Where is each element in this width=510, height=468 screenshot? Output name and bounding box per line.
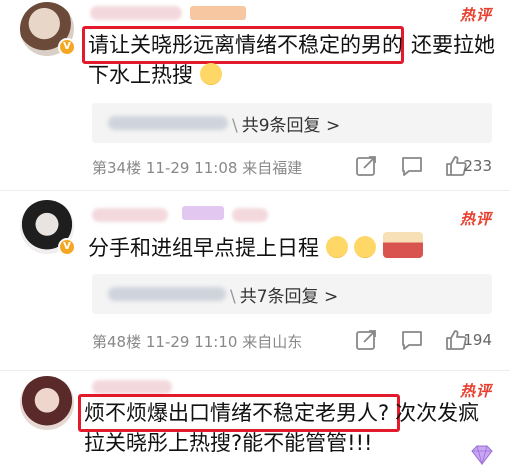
username-blur xyxy=(92,380,172,394)
comment-text-1: 请让关晓彤远离情绪不稳定的男的 还要拉她 下水上热搜 xyxy=(88,30,498,90)
share-icon[interactable] xyxy=(354,328,378,352)
username-blur xyxy=(90,6,182,20)
verified-badge-icon: V xyxy=(58,38,76,56)
comment-text-2-line1: 分手和进组早点提上日程 xyxy=(88,236,319,260)
user-tag-blur xyxy=(182,206,224,220)
reply-count-link[interactable]: 共7条回复 > xyxy=(240,287,338,307)
comment-meta-1: 第34楼 11-29 11:08 来自福建 233 xyxy=(92,152,500,182)
crying-emoji-icon xyxy=(325,236,348,258)
username-blur-2 xyxy=(232,208,268,222)
share-icon[interactable] xyxy=(354,154,378,178)
avatar-2[interactable]: V xyxy=(20,200,80,260)
comment-text-2: 分手和进组早点提上日程 xyxy=(88,232,508,263)
avatar-3[interactable] xyxy=(20,376,80,436)
hot-comment-badge: 热评 xyxy=(459,6,492,24)
crying-emoji-icon xyxy=(354,236,377,258)
username-blur xyxy=(92,208,168,222)
like-count: 233 xyxy=(463,157,492,175)
comment-text-1-line2: 下水上热搜 xyxy=(88,63,193,87)
comment-meta-2: 第48楼 11-29 11:10 来自山东 194 xyxy=(92,326,500,356)
breakfast-emoji-icon xyxy=(383,232,424,258)
reply-summary-box-1[interactable]: \ 共9条回复 > xyxy=(92,103,492,143)
comment-text-3: 烦不烦爆出口情绪不稳定老男人? 次次发疯 拉关晓彤上热搜?能不能管管!!! xyxy=(84,398,504,458)
floor-info: 第34楼 11-29 11:08 来自福建 xyxy=(92,159,303,177)
hot-comment-badge: 热评 xyxy=(459,210,492,228)
floor-info: 第48楼 11-29 11:10 来自山东 xyxy=(92,333,303,351)
verified-badge-icon: V xyxy=(58,238,76,256)
comment-text-1-tail: 还要拉她 xyxy=(411,33,495,57)
comment-item-1: V 热评 请让关晓彤远离情绪不稳定的男的 还要拉她 下水上热搜 \ 共9条回复 > … xyxy=(0,0,510,196)
sweat-emoji-icon xyxy=(199,63,222,85)
comment-item-3: 热评 烦不烦爆出口情绪不稳定老男人? 次次发疯 拉关晓彤上热搜?能不能管管!!! xyxy=(0,372,510,468)
reply-summary-box-2[interactable]: \ 共7条回复 > xyxy=(92,274,492,314)
replier-name-blur xyxy=(108,287,226,301)
comment-text-3-line1: 烦不烦爆出口情绪不稳定老男人? xyxy=(84,401,390,425)
comment-icon[interactable] xyxy=(400,154,424,178)
reply-count-link[interactable]: 共9条回复 > xyxy=(242,116,340,136)
comment-text-3-line2: 拉关晓彤上热搜?能不能管管!!! xyxy=(84,431,373,455)
comment-icon[interactable] xyxy=(400,328,424,352)
divider xyxy=(0,190,510,191)
comment-item-2: V 热评 分手和进组早点提上日程 \ 共7条回复 > 第48楼 11-29 11:… xyxy=(0,192,510,368)
replier-name-blur xyxy=(108,116,228,130)
reply-divider-icon: \ xyxy=(230,287,236,307)
like-count: 194 xyxy=(463,331,492,349)
comment-text-1-line1: 请让关晓彤远离情绪不稳定的男的 xyxy=(88,33,403,57)
gem-badge-icon xyxy=(471,445,493,466)
avatar-1[interactable]: V xyxy=(20,2,80,62)
user-tag-blur xyxy=(190,6,246,20)
divider xyxy=(0,370,510,371)
comment-text-3-tail: 次次发疯 xyxy=(395,401,480,425)
reply-divider-icon: \ xyxy=(232,116,238,136)
